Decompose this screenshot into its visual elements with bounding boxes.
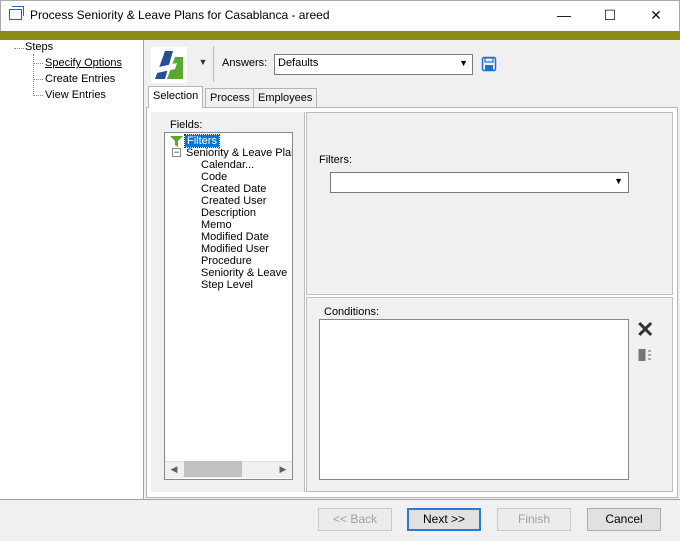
toolbar-separator	[213, 46, 214, 82]
steps-root[interactable]: Steps	[25, 41, 53, 53]
conditions-list[interactable]	[319, 319, 629, 480]
filter-icon	[170, 136, 183, 147]
tree-node-field[interactable]: Code	[201, 171, 227, 183]
tab-process[interactable]: Process	[205, 88, 255, 108]
collapse-icon[interactable]: −	[172, 148, 181, 157]
scrollbar-thumb[interactable]	[184, 461, 242, 477]
fields-label: Fields:	[170, 119, 203, 131]
tree-node-field[interactable]: Seniority & Leave	[201, 267, 287, 279]
filters-select[interactable]: ▼	[330, 172, 629, 193]
tree-node-field[interactable]: Modified Date	[201, 231, 269, 243]
app-logo-icon	[151, 47, 187, 83]
chevron-down-icon: ▼	[459, 58, 468, 68]
tree-node-field[interactable]: Calendar...	[201, 159, 254, 171]
app-logo-button[interactable]	[151, 47, 187, 83]
tree-node-field[interactable]: Step Level	[201, 279, 253, 291]
filters-label: Filters:	[319, 154, 352, 166]
back-button[interactable]: << Back	[318, 508, 392, 531]
answers-label: Answers:	[222, 57, 268, 69]
tree-node-field[interactable]: Procedure	[201, 255, 252, 267]
tree-node-field[interactable]: Memo	[201, 219, 232, 231]
tab-employees[interactable]: Employees	[253, 88, 318, 108]
accent-bar	[0, 31, 680, 40]
step-view-entries[interactable]: View Entries	[45, 89, 106, 101]
tree-line	[14, 48, 24, 49]
tree-line	[33, 95, 43, 96]
cancel-button[interactable]: Cancel	[587, 508, 661, 531]
steps-panel: Steps Specify Options Create Entries Vie…	[0, 40, 144, 499]
fields-tree[interactable]: Filters − Seniority & Leave Plan Calenda…	[164, 132, 293, 480]
tree-line	[33, 79, 43, 80]
tree-node-group[interactable]: Seniority & Leave Plan	[186, 147, 292, 159]
tab-selection[interactable]: Selection	[148, 86, 204, 108]
chevron-down-icon: ▼	[614, 176, 623, 186]
window-title: Process Seniority & Leave Plans for Casa…	[30, 8, 330, 22]
answers-select[interactable]: Defaults ▼	[274, 54, 473, 75]
window-icon	[9, 6, 24, 20]
next-button[interactable]: Next >>	[407, 508, 481, 531]
close-button[interactable]: ✕	[633, 0, 679, 31]
tree-node-filters[interactable]: Filters	[184, 134, 220, 148]
tree-node-field[interactable]: Modified User	[201, 243, 269, 255]
step-create-entries[interactable]: Create Entries	[45, 73, 115, 85]
tree-line	[33, 63, 43, 64]
minimize-button[interactable]: —	[541, 0, 587, 31]
answers-value: Defaults	[278, 57, 319, 69]
tree-node-field[interactable]: Created User	[201, 195, 266, 207]
scroll-right-icon[interactable]: ▶	[275, 461, 291, 477]
maximize-button[interactable]: ☐	[587, 0, 633, 31]
tree-line	[33, 54, 34, 96]
finish-button[interactable]: Finish	[497, 508, 571, 531]
bottom-separator	[0, 499, 680, 500]
filters-panel	[306, 112, 673, 295]
conditions-label: Conditions:	[324, 306, 380, 318]
save-icon[interactable]	[481, 56, 497, 72]
tree-node-field[interactable]: Created Date	[201, 183, 266, 195]
step-specify-options[interactable]: Specify Options	[45, 57, 122, 69]
delete-condition-icon[interactable]: ✕	[636, 319, 654, 341]
tree-node-field[interactable]: Description	[201, 207, 256, 219]
condition-options-icon[interactable]	[638, 348, 652, 362]
scroll-left-icon[interactable]: ◀	[166, 461, 182, 477]
logo-dropdown-icon[interactable]: ▼	[196, 57, 210, 71]
